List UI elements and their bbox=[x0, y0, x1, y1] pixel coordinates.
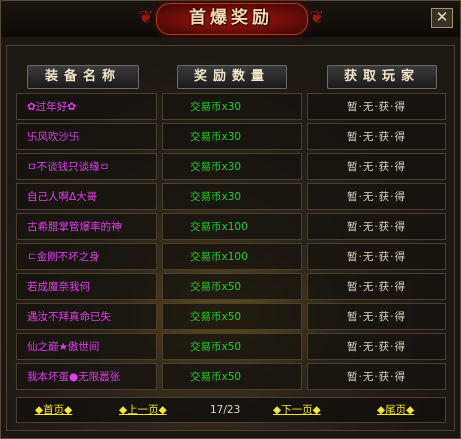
close-button[interactable]: ✕ bbox=[431, 8, 453, 28]
winner-cell: 暂·无·获·得 bbox=[307, 303, 446, 330]
table-row: ✿过年好✿ 交易币x30 暂·无·获·得 bbox=[16, 93, 446, 120]
title-bar[interactable]: ❦ ❦ 首爆奖励 ✕ bbox=[1, 1, 460, 37]
item-name-cell: ✿过年好✿ bbox=[16, 93, 157, 120]
diamond-icon: ◆ bbox=[158, 404, 167, 416]
table-row: ㄷ金刚不坏之身 交易币x100 暂·无·获·得 bbox=[16, 243, 446, 270]
winner-cell: 暂·无·获·得 bbox=[307, 183, 446, 210]
page-indicator: 17/23 bbox=[210, 404, 241, 416]
last-page-label: 尾页 bbox=[385, 404, 407, 416]
reward-cell: 交易币x50 bbox=[162, 273, 302, 300]
item-name-cell: 若成魔奈我何 bbox=[16, 273, 157, 300]
winner-cell: 暂·无·获·得 bbox=[307, 213, 446, 240]
diamond-icon: ◆ bbox=[35, 404, 44, 416]
winner-cell: 暂·无·获·得 bbox=[307, 123, 446, 150]
item-name-cell: 仙之巅★傲世间 bbox=[16, 333, 157, 360]
reward-cell: 交易币x30 bbox=[162, 183, 302, 210]
item-name-cell: ㅁ不谈钱只谈缘ㅁ bbox=[16, 153, 157, 180]
reward-cell: 交易币x30 bbox=[162, 123, 302, 150]
rewards-table: ✿过年好✿ 交易币x30 暂·无·获·得 卐风吹沙卐 交易币x30 暂·无·获·… bbox=[16, 93, 446, 393]
item-name-cell: 自己人啊Δ大哥 bbox=[16, 183, 157, 210]
window-title: 首爆奖励 bbox=[189, 8, 273, 28]
first-page-label: 首页 bbox=[43, 404, 65, 416]
header-item-name: 装备名称 bbox=[27, 65, 139, 89]
item-name-cell: ㄷ金刚不坏之身 bbox=[16, 243, 157, 270]
diamond-icon: ◆ bbox=[119, 404, 128, 416]
reward-cell: 交易币x50 bbox=[162, 363, 302, 390]
diamond-icon: ◆ bbox=[406, 404, 415, 416]
table-row: 若成魔奈我何 交易币x50 暂·无·获·得 bbox=[16, 273, 446, 300]
pagination-bar: ◆首页◆ ◆上一页◆ 17/23 ◆下一页◆ ◆尾页◆ bbox=[16, 397, 446, 423]
prev-page-label: 上一页 bbox=[127, 404, 159, 416]
diamond-icon: ◆ bbox=[312, 404, 321, 416]
reward-cell: 交易币x100 bbox=[162, 243, 302, 270]
winner-cell: 暂·无·获·得 bbox=[307, 363, 446, 390]
winner-cell: 暂·无·获·得 bbox=[307, 333, 446, 360]
table-row: 仙之巅★傲世间 交易币x50 暂·无·获·得 bbox=[16, 333, 446, 360]
item-name-cell: 卐风吹沙卐 bbox=[16, 123, 157, 150]
winner-cell: 暂·无·获·得 bbox=[307, 93, 446, 120]
reward-cell: 交易币x50 bbox=[162, 333, 302, 360]
table-row: ㅁ不谈钱只谈缘ㅁ 交易币x30 暂·无·获·得 bbox=[16, 153, 446, 180]
table-row: 我本坏蛋●无限嚣张 交易币x50 暂·无·获·得 bbox=[16, 363, 446, 390]
reward-cell: 交易币x30 bbox=[162, 153, 302, 180]
winner-cell: 暂·无·获·得 bbox=[307, 273, 446, 300]
diamond-icon: ◆ bbox=[377, 404, 386, 416]
table-row: 卐风吹沙卐 交易币x30 暂·无·获·得 bbox=[16, 123, 446, 150]
table-row: 古希腊掌管爆率的神 交易币x100 暂·无·获·得 bbox=[16, 213, 446, 240]
title-ornament-right-icon: ❦ bbox=[309, 7, 325, 28]
header-winner: 获取玩家 bbox=[327, 65, 437, 89]
header-reward-amount: 奖励数量 bbox=[177, 65, 287, 89]
next-page-label: 下一页 bbox=[281, 404, 313, 416]
winner-cell: 暂·无·获·得 bbox=[307, 243, 446, 270]
item-name-cell: 我本坏蛋●无限嚣张 bbox=[16, 363, 157, 390]
close-icon: ✕ bbox=[435, 8, 449, 26]
rewards-window: ❦ ❦ 首爆奖励 ✕ 装备名称 奖励数量 获取玩家 ✿过年好✿ 交易币x30 暂… bbox=[0, 0, 461, 439]
table-row: 遇汝不拜真命已失 交易币x50 暂·无·获·得 bbox=[16, 303, 446, 330]
diamond-icon: ◆ bbox=[64, 404, 73, 416]
winner-cell: 暂·无·获·得 bbox=[307, 153, 446, 180]
last-page-link[interactable]: ◆尾页◆ bbox=[377, 398, 414, 422]
next-page-link[interactable]: ◆下一页◆ bbox=[273, 398, 321, 422]
reward-cell: 交易币x50 bbox=[162, 303, 302, 330]
diamond-icon: ◆ bbox=[273, 404, 282, 416]
table-row: 自己人啊Δ大哥 交易币x30 暂·无·获·得 bbox=[16, 183, 446, 210]
first-page-link[interactable]: ◆首页◆ bbox=[35, 398, 72, 422]
item-name-cell: 遇汝不拜真命已失 bbox=[16, 303, 157, 330]
reward-cell: 交易币x30 bbox=[162, 93, 302, 120]
prev-page-link[interactable]: ◆上一页◆ bbox=[119, 398, 167, 422]
item-name-cell: 古希腊掌管爆率的神 bbox=[16, 213, 157, 240]
reward-cell: 交易币x100 bbox=[162, 213, 302, 240]
